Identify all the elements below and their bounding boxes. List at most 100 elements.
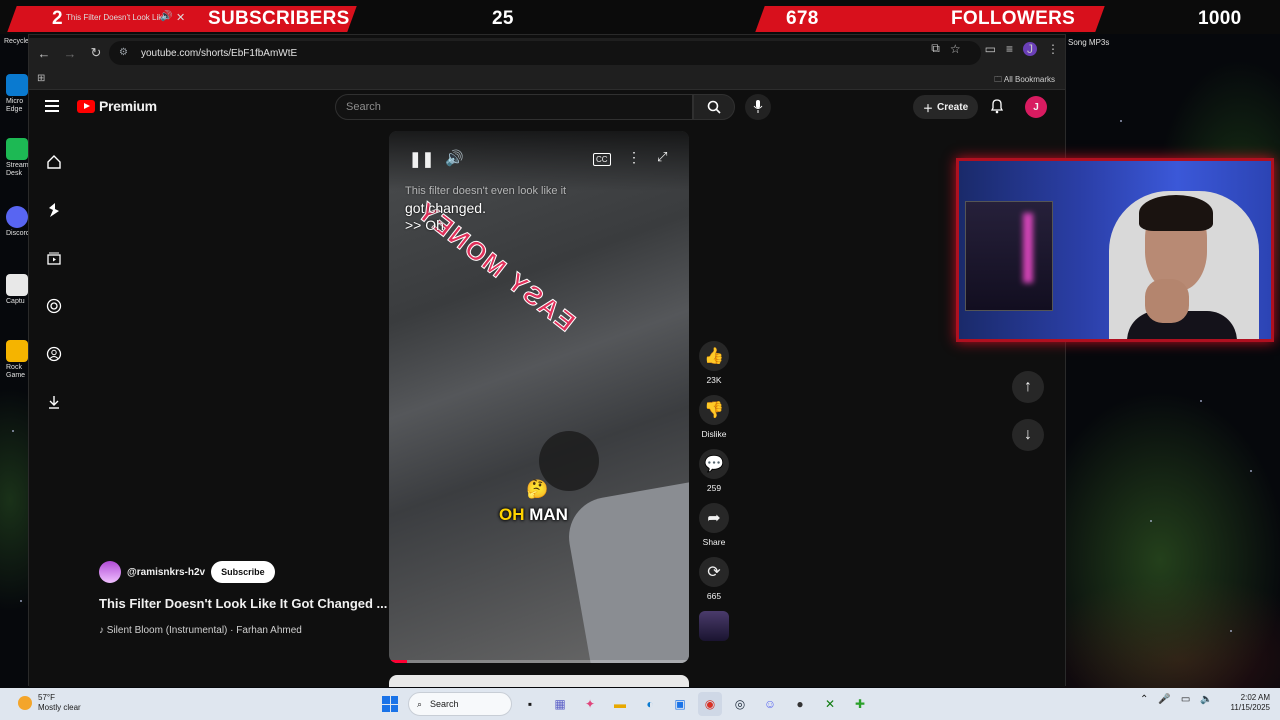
- app-icon[interactable]: ✚: [848, 692, 872, 716]
- captions-icon[interactable]: CC: [593, 153, 611, 166]
- steam-icon[interactable]: ◎: [728, 692, 752, 716]
- desktop-icon-rockstar[interactable]: Rock Game: [6, 340, 28, 380]
- taskbar-apps: ⌕ Search ▪ ▦ ✦ ▬ ◐ ▣ ◉ ◎ ☺ ● ✕ ✚: [378, 692, 872, 716]
- youtube-masthead: Premium Search ＋ Create J: [29, 91, 1065, 125]
- music-link[interactable]: ♪ Silent Bloom (Instrumental) · Farhan A…: [99, 625, 302, 636]
- channel-handle[interactable]: @ramisnkrs-h2v: [127, 567, 205, 578]
- all-bookmarks[interactable]: 🗀 All Bookmarks: [994, 74, 1055, 88]
- home-icon[interactable]: [43, 151, 65, 173]
- channel-avatar[interactable]: [99, 561, 121, 583]
- bell-icon: [990, 99, 1004, 114]
- xbox-icon[interactable]: ✕: [818, 692, 842, 716]
- sound-thumbnail-image: [699, 611, 729, 641]
- teams-icon[interactable]: ▦: [548, 692, 572, 716]
- progress-fill: [389, 660, 407, 663]
- start-button[interactable]: [378, 692, 402, 716]
- more-options-icon[interactable]: ⋮: [627, 149, 641, 166]
- forward-icon[interactable]: →: [59, 42, 81, 64]
- side-nav: [43, 151, 65, 439]
- progress-bar[interactable]: [389, 660, 689, 663]
- shorts-icon[interactable]: [43, 199, 65, 221]
- mic-tray-icon[interactable]: 🎤: [1158, 694, 1170, 705]
- search-input[interactable]: Search: [335, 94, 693, 120]
- install-icon[interactable]: ⧉: [931, 41, 940, 56]
- next-short-button[interactable]: ↓: [1012, 419, 1044, 451]
- action-rail: 👍 23K 👎 Dislike 💬 259 ➦ Share ⟳ 665: [697, 341, 731, 651]
- video-title[interactable]: This Filter Doesn't Look Like It Got Cha…: [99, 596, 387, 611]
- clock[interactable]: 2:02 AM 11/15/2025: [1220, 693, 1270, 713]
- menu-icon[interactable]: [45, 100, 59, 112]
- task-view-icon[interactable]: ▪: [518, 692, 542, 716]
- store-icon[interactable]: ▣: [668, 692, 692, 716]
- youtube-play-icon: [77, 99, 95, 113]
- volume-icon[interactable]: 🔊: [445, 149, 464, 167]
- edge-taskbar-icon[interactable]: ◐: [638, 692, 662, 716]
- like-action[interactable]: 👍 23K: [697, 341, 731, 385]
- remix-action[interactable]: ⟳ 665: [697, 557, 731, 601]
- voice-search-button[interactable]: [745, 94, 771, 120]
- oh-man-overlay: OH MAN: [499, 505, 568, 524]
- music-note-icon: ♪: [99, 625, 104, 636]
- apps-grid-icon[interactable]: ⊞: [37, 73, 45, 84]
- address-bar[interactable]: ⚙ youtube.com/shorts/EbF1fbAmWtE: [109, 41, 981, 65]
- thumbs-down-icon: 👎: [699, 395, 729, 425]
- downloads-icon[interactable]: [43, 391, 65, 413]
- account-icon[interactable]: [43, 343, 65, 365]
- subscriptions-icon[interactable]: [43, 247, 65, 269]
- taskbar-search[interactable]: ⌕ Search: [408, 692, 512, 716]
- chevron-up-icon[interactable]: ⌃: [1140, 694, 1148, 705]
- fullscreen-icon[interactable]: ⤢: [657, 149, 667, 165]
- you-icon[interactable]: [43, 295, 65, 317]
- browser-window: ← → ↻ ⚙ youtube.com/shorts/EbF1fbAmWtE ⧉…: [28, 34, 1066, 687]
- stream-deck-icon: [6, 138, 28, 160]
- windows-icon: [382, 696, 398, 712]
- thumbs-up-icon: 👍: [699, 341, 729, 371]
- notifications-button[interactable]: [989, 98, 1005, 119]
- chrome-icon[interactable]: ◉: [698, 692, 722, 716]
- share-action[interactable]: ➦ Share: [697, 503, 731, 547]
- rockstar-icon: [6, 340, 28, 362]
- subscribe-button[interactable]: Subscribe: [211, 561, 275, 583]
- pause-icon[interactable]: ❚❚: [409, 150, 434, 168]
- desktop-icon-song-mp3s[interactable]: Song MP3s: [1068, 38, 1109, 47]
- tab-close-icon[interactable]: ✕: [176, 11, 185, 24]
- search-icon: [707, 100, 721, 114]
- back-icon[interactable]: ←: [33, 42, 55, 64]
- youtube-page: Premium Search ＋ Create J EASY MONEY ❚❚ …: [29, 91, 1065, 687]
- search-button[interactable]: [693, 94, 735, 120]
- user-avatar[interactable]: J: [1025, 96, 1047, 118]
- side-panel-icon[interactable]: ▭: [985, 42, 996, 56]
- sound-thumbnail[interactable]: [697, 611, 731, 641]
- comments-action[interactable]: 💬 259: [697, 449, 731, 493]
- youtube-logo[interactable]: Premium: [77, 98, 157, 114]
- desktop-icon-discord[interactable]: Discord: [6, 206, 30, 238]
- bookmark-star-icon[interactable]: ☆: [950, 42, 961, 56]
- capture-icon: [6, 274, 28, 296]
- obs-icon[interactable]: ●: [788, 692, 812, 716]
- file-explorer-icon[interactable]: ▬: [608, 692, 632, 716]
- video-arm: [562, 480, 689, 663]
- desktop-icon-recycle[interactable]: Recycle: [4, 38, 29, 46]
- copilot-icon[interactable]: ✦: [578, 692, 602, 716]
- plus-icon: ＋: [923, 103, 933, 115]
- next-short-preview[interactable]: [389, 675, 689, 687]
- network-icon[interactable]: ▭: [1181, 694, 1190, 705]
- followers-count: 678: [786, 8, 819, 29]
- shorts-player[interactable]: EASY MONEY ❚❚ 🔊 CC ⋮ ⤢ This filter doesn…: [389, 131, 689, 663]
- discord-taskbar-icon[interactable]: ☺: [758, 692, 782, 716]
- create-button[interactable]: ＋ Create: [913, 95, 979, 119]
- site-info-icon[interactable]: ⚙: [119, 47, 131, 59]
- desktop-icon-edge[interactable]: Micro Edge: [6, 74, 28, 114]
- browser-profile-avatar[interactable]: J: [1023, 41, 1037, 56]
- desktop-icon-capture[interactable]: Captu: [6, 274, 28, 306]
- dislike-action[interactable]: 👎 Dislike: [697, 395, 731, 439]
- browser-menu-icon[interactable]: ⋮: [1047, 42, 1059, 56]
- reading-list-icon[interactable]: ≡: [1006, 42, 1013, 56]
- volume-tray-icon[interactable]: 🔈: [1200, 694, 1212, 705]
- channel-info: @ramisnkrs-h2v Subscribe: [99, 561, 275, 583]
- system-tray: ⌃ 🎤 ▭ 🔈: [1140, 694, 1213, 705]
- desktop-icon-streamdeck[interactable]: Stream Desk: [6, 138, 29, 178]
- previous-short-button[interactable]: ↑: [1012, 371, 1044, 403]
- reload-icon[interactable]: ↻: [85, 42, 107, 64]
- weather-widget[interactable]: 57°F Mostly clear: [18, 693, 81, 713]
